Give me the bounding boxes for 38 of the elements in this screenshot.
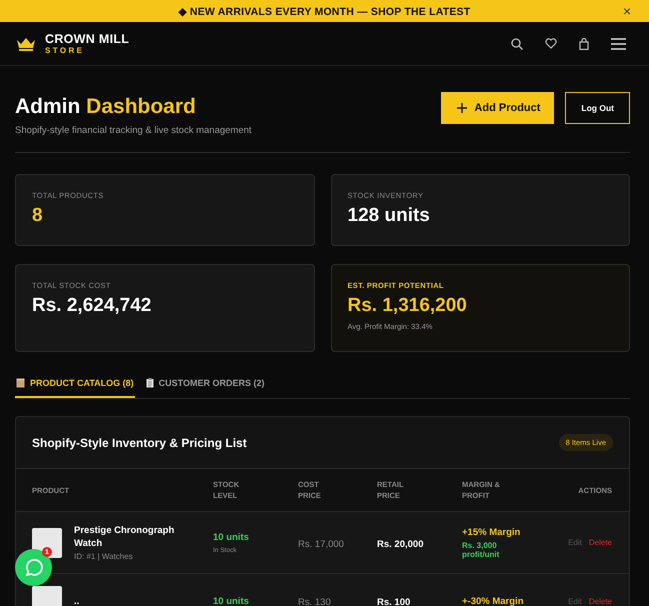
stat-value: 8	[32, 205, 44, 227]
stock-level: 10 units	[213, 596, 250, 606]
announcement-text: ◆ NEW ARRIVALS EVERY MONTH — SHOP THE LATEST	[178, 4, 470, 18]
clipboard-icon	[146, 378, 154, 388]
retail-price: Rs. 20,000	[377, 538, 424, 550]
chat-icon	[24, 558, 44, 578]
cost-price: Rs. 130	[298, 597, 331, 606]
box-icon	[16, 378, 25, 388]
margin-text: +15% Margin	[462, 526, 522, 538]
search-icon[interactable]	[511, 38, 523, 50]
heart-icon[interactable]	[545, 38, 557, 49]
stat-value: Rs. 2,624,742	[32, 295, 152, 317]
tab[interactable]: CUSTOMER ORDERS (2)	[144, 378, 266, 398]
stock-level: 10 units	[213, 532, 250, 542]
margin-text: +-30% Margin	[462, 596, 525, 606]
tab[interactable]: PRODUCT CATALOG (8)	[15, 378, 135, 398]
add-product-button[interactable]: Add Product	[441, 92, 554, 124]
cost-price: Rs. 17,000	[298, 538, 344, 550]
stat-value: Rs. 1,316,200	[348, 295, 468, 317]
close-button[interactable]: ×	[622, 3, 631, 19]
menu-icon[interactable]	[611, 38, 626, 50]
page-title: Admin Dashboard	[15, 95, 197, 119]
retail-price: Rs. 100	[377, 597, 410, 606]
profit-text: Rs. 3,000 profit/unit	[462, 540, 500, 558]
plus-icon	[457, 103, 468, 113]
crown-icon	[16, 36, 36, 50]
product-meta: ID: #1 | Watches	[74, 552, 134, 561]
stat-value: 128 units	[348, 205, 431, 227]
logout-button[interactable]: Log Out	[565, 92, 630, 124]
bag-icon[interactable]	[579, 38, 589, 50]
product-name: ..	[74, 594, 80, 606]
delete-link[interactable]: Delete	[588, 596, 612, 606]
brand-name: CROWN MILL	[45, 32, 130, 46]
panel-title: Shopify-Style Inventory & Pricing List	[32, 436, 247, 450]
page-subtitle: Shopify-style financial tracking & live stock management	[15, 125, 252, 136]
brand-subtitle: STORE	[45, 46, 86, 56]
delete-link[interactable]: Delete	[588, 538, 612, 547]
product-name: Prestige Chronograph Watch	[74, 524, 176, 550]
